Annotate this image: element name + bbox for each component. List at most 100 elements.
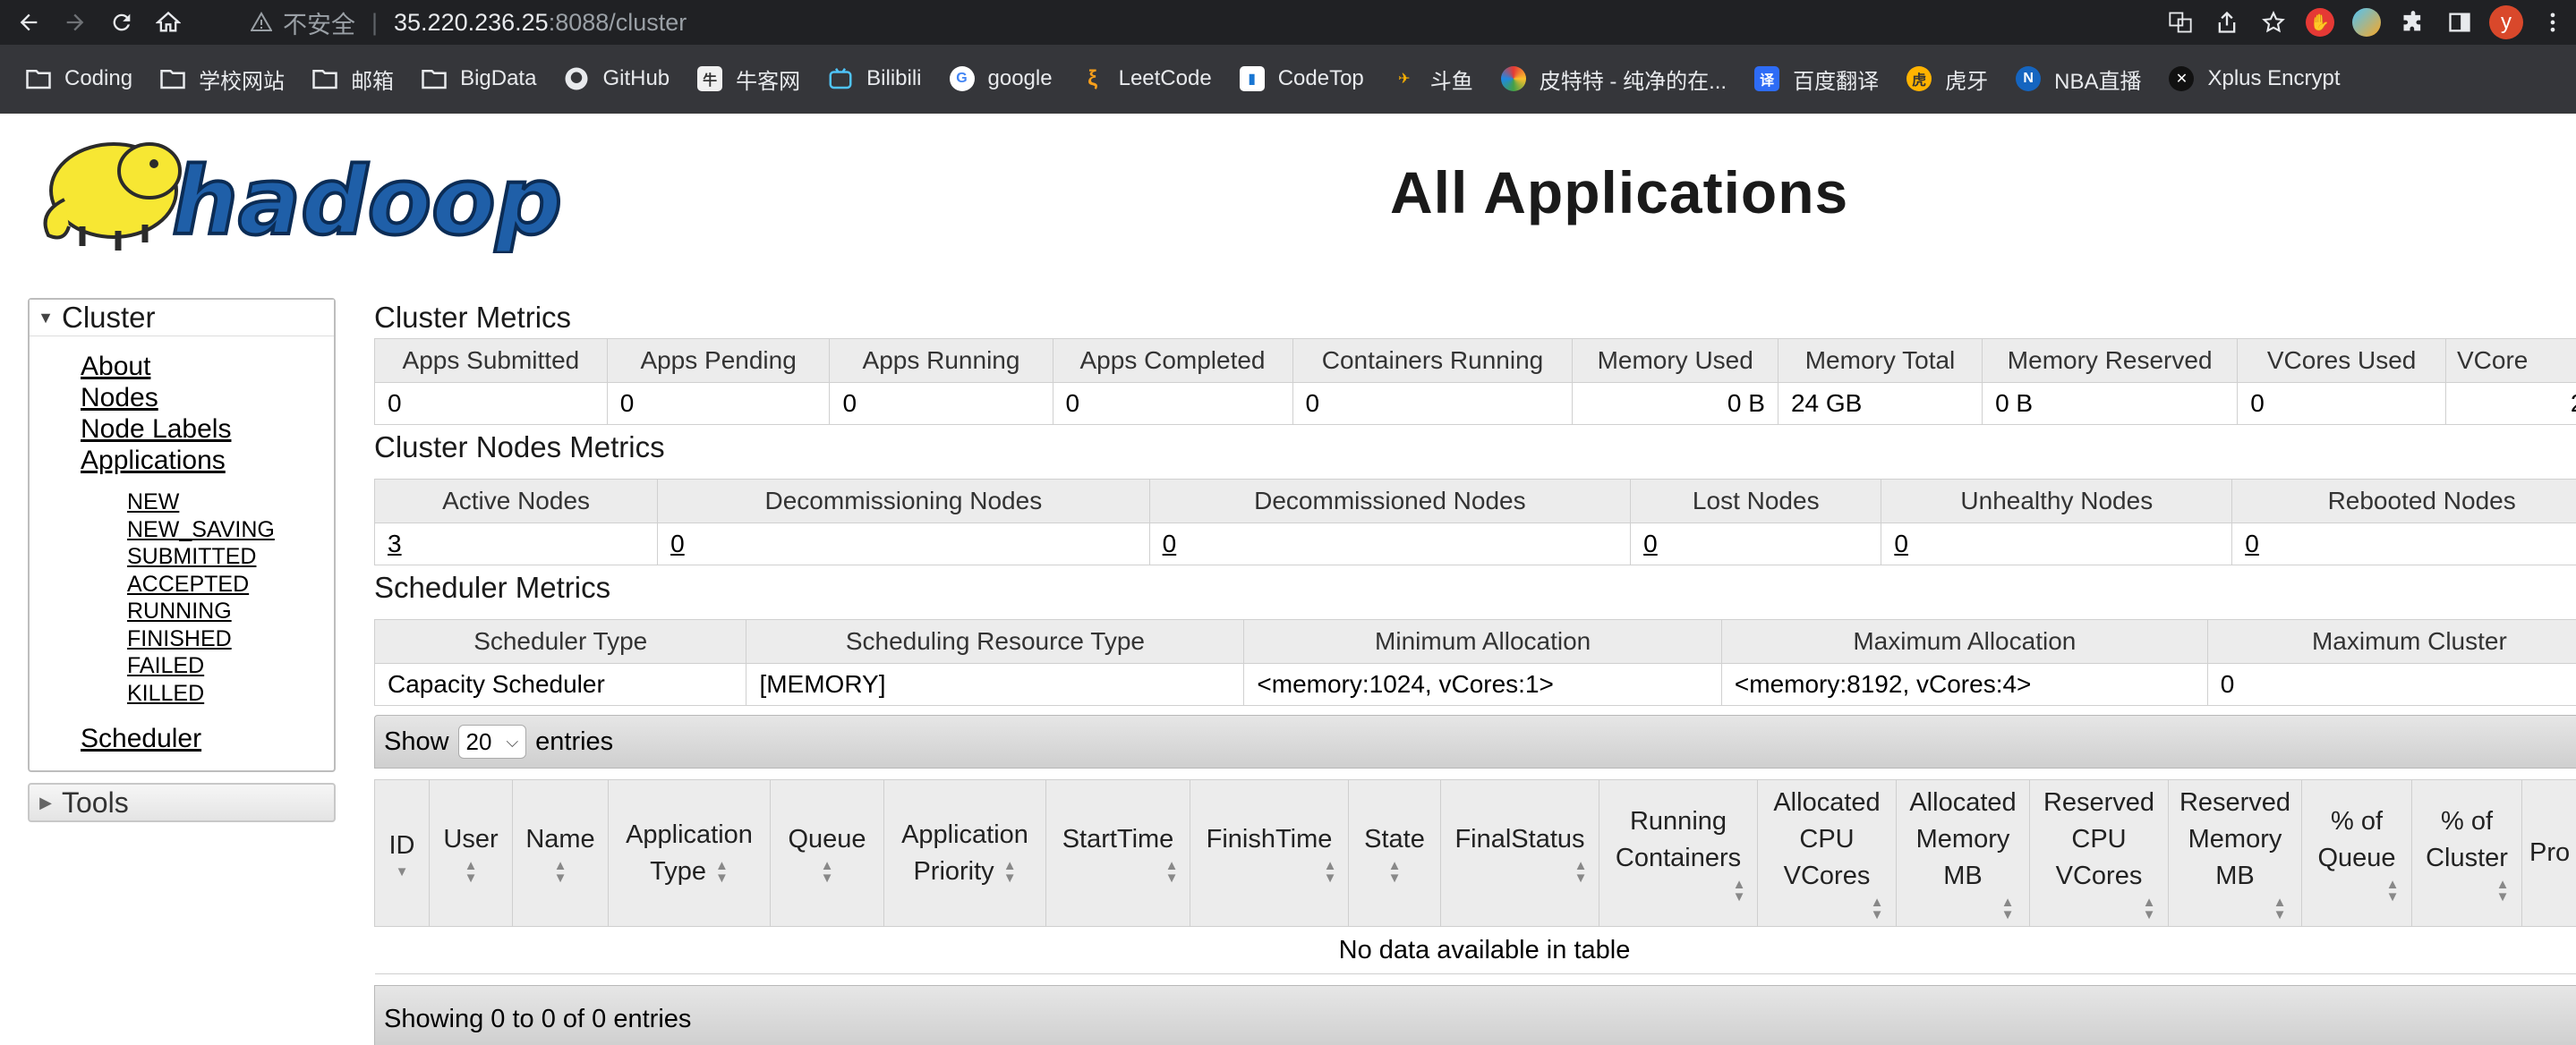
table-cell: 0 [374, 382, 608, 425]
bookmark-bilibili[interactable]: Bilibili [827, 65, 922, 92]
bookmark-huya[interactable]: 虎 虎牙 [1906, 64, 1988, 95]
column-header-start-time[interactable]: StartTime ▲ ▼ [1045, 779, 1190, 927]
bookmark-github[interactable]: GitHub [563, 65, 670, 92]
column-header-running-containers[interactable]: Running Containers ▲ ▼ [1599, 779, 1758, 927]
sidebar-link-new-saving[interactable]: NEW_SAVING [127, 516, 334, 544]
column-header-name[interactable]: Name ▲ ▼ [512, 779, 609, 927]
menu-button[interactable] [2529, 0, 2576, 45]
profile-button[interactable]: y [2483, 0, 2529, 45]
bookmark-xplus[interactable]: ✕ Xplus Encrypt [2168, 65, 2341, 92]
table-cell: 0 [2237, 382, 2446, 425]
sidebar-link-submitted[interactable]: SUBMITTED [127, 543, 334, 571]
rebooted-nodes-link[interactable]: 0 [2245, 530, 2259, 557]
baidu-translate-icon: 译 [1753, 65, 1780, 92]
sort-icon: ▲ ▼ [2273, 895, 2287, 922]
column-header-percent-of-queue[interactable]: % of Queue ▲ ▼ [2301, 779, 2412, 927]
bookmark-baidu-translate[interactable]: 译 百度翻译 [1753, 64, 1879, 95]
folder-icon [421, 65, 448, 92]
sort-icon: ▲ ▼ [2142, 895, 2156, 922]
unhealthy-nodes-link[interactable]: 0 [1894, 530, 1908, 557]
hadoop-page: hadoop All Applications ▼ Cluster About … [0, 114, 2576, 1045]
bookmark-mail[interactable]: 邮箱 [311, 64, 394, 95]
bookmark-leetcode[interactable]: ξ LeetCode [1079, 65, 1212, 92]
column-header-finish-time[interactable]: FinishTime ▲ ▼ [1190, 779, 1349, 927]
table-header: Containers Running [1292, 338, 1574, 383]
sort-icon: ▲ ▼ [1323, 858, 1337, 886]
side-panel-icon [2449, 13, 2470, 32]
kebab-menu-icon [2550, 13, 2555, 32]
column-header-id[interactable]: ID ▼ [374, 779, 430, 927]
column-header-allocated-memory-mb[interactable]: Allocated Memory MB ▲ ▼ [1896, 779, 2030, 927]
logo-wordmark: hadoop [172, 147, 562, 253]
bookmark-nba[interactable]: N NBA直播 [2015, 64, 2141, 95]
side-panel-button[interactable] [2436, 0, 2483, 45]
hadoop-logo[interactable]: hadoop [29, 128, 566, 253]
column-header-reserved-memory-mb[interactable]: Reserved Memory MB ▲ ▼ [2168, 779, 2302, 927]
bookmark-star-button[interactable] [2250, 0, 2297, 45]
table-header: Memory Total [1777, 338, 1983, 383]
huya-icon: 虎 [1906, 65, 1932, 92]
translate-button[interactable] [2157, 0, 2204, 45]
sidebar-link-finished[interactable]: FINISHED [127, 625, 334, 653]
column-header-reserved-cpu-vcores[interactable]: Reserved CPU VCores ▲ ▼ [2029, 779, 2169, 927]
globe-extension-button[interactable] [2343, 0, 2390, 45]
sidebar-link-accepted[interactable]: ACCEPTED [127, 571, 334, 599]
table-header: Scheduling Resource Type [746, 619, 1245, 664]
table-cell: 0 [1148, 522, 1632, 565]
bookmark-bigdata[interactable]: BigData [421, 65, 536, 92]
bookmark-nowcoder[interactable]: 牛 牛客网 [696, 64, 800, 95]
home-button[interactable] [150, 4, 186, 40]
sidebar-link-about[interactable]: About [81, 351, 334, 382]
sidebar-link-scheduler[interactable]: Scheduler [81, 723, 334, 754]
forward-button[interactable] [57, 4, 93, 40]
table-header: Unhealthy Nodes [1881, 479, 2233, 523]
bookmark-codetop[interactable]: ▮ CodeTop [1239, 65, 1364, 92]
sidebar-link-new[interactable]: NEW [127, 489, 334, 516]
sidebar-link-running[interactable]: RUNNING [127, 598, 334, 625]
extensions-button[interactable] [2390, 0, 2436, 45]
entries-select[interactable]: 20 ⌵ [457, 725, 527, 759]
bookmark-douyu[interactable]: ✈ 斗鱼 [1391, 64, 1473, 95]
bookmark-school[interactable]: 学校网站 [159, 64, 285, 95]
bilibili-icon [827, 65, 854, 92]
bookmark-label: LeetCode [1118, 66, 1212, 90]
bookmark-pitete[interactable]: 皮特特 - 纯净的在... [1500, 64, 1727, 95]
back-button[interactable] [11, 4, 47, 40]
column-header-state[interactable]: State ▲ ▼ [1348, 779, 1441, 927]
sidebar-link-nodes[interactable]: Nodes [81, 382, 334, 413]
app-state-links: NEW NEW_SAVING SUBMITTED ACCEPTED RUNNIN… [30, 489, 334, 707]
bookmark-label: GitHub [602, 66, 670, 90]
translate-icon [2169, 12, 2192, 33]
bookmark-google[interactable]: G google [949, 65, 1053, 92]
lost-nodes-link[interactable]: 0 [1643, 530, 1658, 557]
folder-icon [159, 65, 186, 92]
hand-stop-icon: ✋ [2306, 8, 2334, 37]
column-header-progress[interactable]: Pro [2521, 779, 2576, 927]
column-header-final-status[interactable]: FinalStatus ▲ ▼ [1440, 779, 1599, 927]
column-header-allocated-cpu-vcores[interactable]: Allocated CPU VCores ▲ ▼ [1757, 779, 1897, 927]
sidebar-link-failed[interactable]: FAILED [127, 652, 334, 680]
sidebar-link-node-labels[interactable]: Node Labels [81, 413, 334, 445]
decommissioned-nodes-link[interactable]: 0 [1163, 530, 1177, 557]
apps-table-header-row: ID ▼ User ▲ ▼ Name ▲ ▼ Application Type ▲ ▼ Que… [374, 779, 2576, 927]
column-header-queue[interactable]: Queue ▲ ▼ [770, 779, 884, 927]
column-header-application-priority[interactable]: Application Priority ▲ ▼ [883, 779, 1046, 927]
tools-panel-header[interactable]: ▶ Tools [28, 783, 336, 822]
sidebar-link-killed[interactable]: KILLED [127, 680, 334, 708]
sidebar-link-applications[interactable]: Applications [81, 445, 334, 476]
adblock-extension-button[interactable]: ✋ [2297, 0, 2343, 45]
column-header-percent-of-cluster[interactable]: % of Cluster ▲ ▼ [2411, 779, 2522, 927]
table-header: Memory Used [1572, 338, 1778, 383]
table-cell: 0 [2206, 663, 2576, 706]
cluster-panel-header[interactable]: ▼ Cluster [30, 300, 334, 336]
decommissioning-nodes-link[interactable]: 0 [670, 530, 685, 557]
reload-button[interactable] [104, 4, 140, 40]
column-header-application-type[interactable]: Application Type ▲ ▼ [608, 779, 771, 927]
active-nodes-link[interactable]: 3 [388, 530, 402, 557]
share-button[interactable] [2204, 0, 2250, 45]
bookmark-coding[interactable]: Coding [25, 65, 132, 92]
nba-icon: N [2015, 65, 2042, 92]
column-header-user[interactable]: User ▲ ▼ [429, 779, 513, 927]
address-bar[interactable]: 不安全 | 35.220.236.25 :8088/cluster [251, 0, 687, 45]
node-metrics-title: Cluster Nodes Metrics [374, 430, 665, 463]
